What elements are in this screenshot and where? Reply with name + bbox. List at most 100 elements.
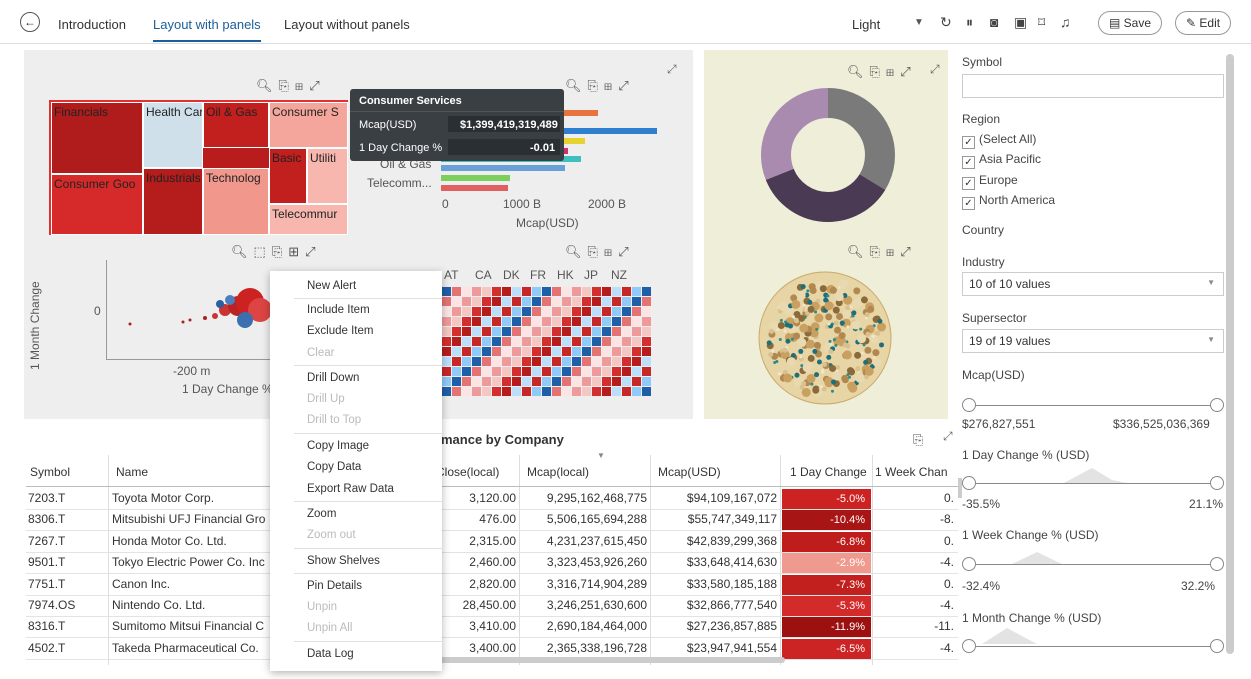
1day-slider-max-handle[interactable] xyxy=(1210,476,1224,490)
heatmap-cell[interactable] xyxy=(642,337,651,346)
col-header-close[interactable]: Close(local) xyxy=(436,465,499,479)
heatmap-cell[interactable] xyxy=(492,387,501,396)
heatmap-cell[interactable] xyxy=(562,347,571,356)
heatmap-cell[interactable] xyxy=(582,387,591,396)
symbol-input[interactable] xyxy=(962,74,1224,98)
heatmap-cell[interactable] xyxy=(552,317,561,326)
heatmap-cell[interactable] xyxy=(442,377,451,386)
heatmap-cell[interactable] xyxy=(562,327,571,336)
heatmap-cell[interactable] xyxy=(482,377,491,386)
menu-item-copy-image[interactable]: Copy Image xyxy=(307,440,369,452)
heatmap-cell[interactable] xyxy=(642,287,651,296)
treemap[interactable]: Financials Health Car Oil & Gas Consumer… xyxy=(49,100,348,235)
scatter-toolbar[interactable]: 🔍︎⬚⎘⊞⤢ xyxy=(231,244,322,260)
heatmap-cell[interactable] xyxy=(552,367,561,376)
heatmap-cell[interactable] xyxy=(632,347,641,356)
save-button[interactable]: ▤ Save xyxy=(1098,11,1163,35)
heatmap-cell[interactable] xyxy=(582,367,591,376)
heatmap-cell[interactable] xyxy=(592,307,601,316)
heatmap-cell[interactable] xyxy=(552,337,561,346)
heatmap-cell[interactable] xyxy=(642,387,651,396)
heatmap-cell[interactable] xyxy=(572,357,581,366)
table-icon[interactable]: ⊞ xyxy=(886,64,900,79)
heatmap-cell[interactable] xyxy=(442,317,451,326)
heatmap-cell[interactable] xyxy=(522,297,531,306)
checkbox-icon[interactable]: ✓ xyxy=(962,136,975,149)
table-icon[interactable]: ⊞ xyxy=(886,244,900,259)
heatmap-cell[interactable] xyxy=(442,387,451,396)
treemap-cell[interactable]: Health Car xyxy=(143,102,203,168)
heatmap-cell[interactable] xyxy=(622,327,631,336)
heatmap-cell[interactable] xyxy=(542,367,551,376)
heatmap-cell[interactable] xyxy=(552,347,561,356)
heatmap-cell[interactable] xyxy=(442,357,451,366)
heatmap-cell[interactable] xyxy=(612,357,621,366)
supersector-select[interactable]: 19 of 19 values ▼ xyxy=(962,329,1224,353)
heatmap-cell[interactable] xyxy=(612,387,621,396)
menu-item-new-alert[interactable]: New Alert xyxy=(307,280,356,292)
search-icon[interactable]: 🔍︎ xyxy=(847,64,870,79)
heatmap-cell[interactable] xyxy=(592,347,601,356)
export-icon[interactable]: ⎘ xyxy=(588,78,604,93)
expand-icon[interactable]: ⤢ xyxy=(943,429,953,444)
heatmap-cell[interactable] xyxy=(492,307,501,316)
region-checkbox[interactable]: ✓ North America xyxy=(962,193,1055,210)
heatmap-cell[interactable] xyxy=(512,327,521,336)
heatmap-cell[interactable] xyxy=(442,297,451,306)
heatmap-cell[interactable] xyxy=(452,357,461,366)
heatmap-cell[interactable] xyxy=(532,357,541,366)
heatmap-cell[interactable] xyxy=(462,387,471,396)
heatmap-cell[interactable] xyxy=(512,317,521,326)
heatmap-cell[interactable] xyxy=(442,307,451,316)
menu-item-copy-data[interactable]: Copy Data xyxy=(307,461,361,473)
heatmap-cell[interactable] xyxy=(582,337,591,346)
mcap-slider-max-handle[interactable] xyxy=(1210,398,1224,412)
expand-icon[interactable]: ⤢ xyxy=(618,78,634,93)
heatmap-cell[interactable] xyxy=(572,387,581,396)
heatmap-cell[interactable] xyxy=(492,297,501,306)
heatmap-cell[interactable] xyxy=(472,367,481,376)
heatmap-cell[interactable] xyxy=(492,317,501,326)
heatmap-cell[interactable] xyxy=(612,297,621,306)
heatmap-cell[interactable] xyxy=(482,357,491,366)
heatmap-cell[interactable] xyxy=(472,297,481,306)
heatmap-cell[interactable] xyxy=(632,367,641,376)
heatmap-cell[interactable] xyxy=(572,377,581,386)
col-header-symbol[interactable]: Symbol xyxy=(30,465,70,479)
heatmap-cell[interactable] xyxy=(442,337,451,346)
1week-slider-min-handle[interactable] xyxy=(962,557,976,571)
heatmap-cell[interactable] xyxy=(462,307,471,316)
heatmap-cell[interactable] xyxy=(512,297,521,306)
heatmap-cell[interactable] xyxy=(532,307,541,316)
heatmap-cell[interactable] xyxy=(492,337,501,346)
expand-icon[interactable]: ⤢ xyxy=(900,64,916,79)
heatmap-cell[interactable] xyxy=(602,297,611,306)
heatmap-cell[interactable] xyxy=(452,367,461,376)
heatmap-cell[interactable] xyxy=(502,287,511,296)
heatmap-cell[interactable] xyxy=(472,387,481,396)
heatmap-cell[interactable] xyxy=(442,367,451,376)
heatmap-cell[interactable] xyxy=(632,307,641,316)
mcap-slider-track[interactable] xyxy=(970,405,1216,406)
heatmap-cell[interactable] xyxy=(532,377,541,386)
heatmap-cell[interactable] xyxy=(482,297,491,306)
bubble-toolbar[interactable]: 🔍︎⎘⊞⤢ xyxy=(847,244,917,260)
heatmap-cell[interactable] xyxy=(532,367,541,376)
col-header-1week[interactable]: 1 Week Chan xyxy=(875,465,948,479)
heatmap-cell[interactable] xyxy=(472,347,481,356)
menu-item-exclude[interactable]: Exclude Item xyxy=(307,325,373,337)
heatmap-cell[interactable] xyxy=(472,287,481,296)
menu-item-zoom[interactable]: Zoom xyxy=(307,508,336,520)
heatmap-cell[interactable] xyxy=(542,377,551,386)
heatmap-cell[interactable] xyxy=(452,287,461,296)
heatmap-cell[interactable] xyxy=(502,327,511,336)
heatmap-cell[interactable] xyxy=(492,287,501,296)
heatmap-cell[interactable] xyxy=(542,347,551,356)
theme-dropdown[interactable]: Light xyxy=(852,17,880,32)
heatmap-cell[interactable] xyxy=(622,307,631,316)
search-icon[interactable]: 🔍︎ xyxy=(256,78,279,93)
heatmap-cell[interactable] xyxy=(552,297,561,306)
scatter-points[interactable] xyxy=(110,280,275,340)
export-icon[interactable]: ⎘ xyxy=(588,244,604,259)
heatmap-cell[interactable] xyxy=(452,297,461,306)
